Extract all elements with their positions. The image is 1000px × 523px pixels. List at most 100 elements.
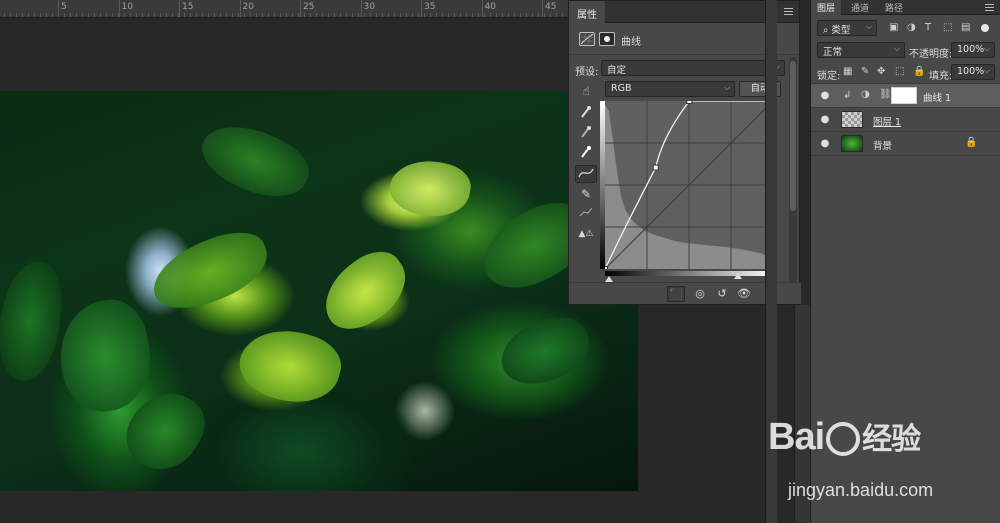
ruler-minor-tick [442, 13, 443, 17]
layer-filter-select[interactable]: ⌕ 类型 ⌵ [817, 20, 877, 36]
ruler-minor-tick [250, 13, 251, 17]
pencil-icon[interactable]: ✎ [575, 185, 597, 203]
black-point-eyedropper-icon[interactable] [575, 105, 597, 123]
reset-icon[interactable]: ↺ [713, 286, 731, 302]
scrollbar-thumb[interactable] [790, 61, 796, 211]
lock-pixels-icon[interactable]: ✎ [861, 66, 869, 77]
ruler-minor-tick [376, 13, 377, 17]
layers-menu-icon[interactable] [985, 4, 994, 11]
layer-thumbnail[interactable] [841, 111, 863, 128]
blend-mode-select[interactable]: 正常 ⌵ [817, 42, 905, 58]
view-previous-state-icon[interactable]: ◎ [691, 286, 709, 302]
layer-name[interactable]: 曲线 1 [923, 90, 951, 104]
photo-ginkgo-leaves[interactable] [0, 91, 638, 491]
layer-name[interactable]: 图层 1 [873, 114, 901, 128]
eye-icon[interactable]: ● [819, 114, 831, 126]
ruler-minor-tick [100, 13, 101, 17]
visibility-eye-icon[interactable]: 👁 [735, 286, 753, 302]
on-image-adjust-icon[interactable]: ☝ [575, 82, 597, 100]
clipping-warning-icon[interactable]: ▲⚠ [575, 225, 597, 243]
ruler-minor-tick [154, 13, 155, 17]
tab-paths[interactable]: 路径 [879, 0, 909, 15]
channel-select[interactable]: RGB ⌵ [605, 81, 735, 97]
layer-row-curves[interactable]: ● ↲ ◑ ⛓ 曲线 1 [811, 84, 1000, 108]
curves-graph-svg [602, 98, 774, 272]
ruler-minor-tick [310, 13, 311, 17]
lock-row: 锁定: ▦ ✎ ✥ ⬚ 🔒 填充: 100% ⌵ [811, 62, 1000, 84]
curves-adjustment-icon[interactable] [579, 32, 595, 46]
ruler-minor-tick [172, 13, 173, 17]
lock-position-icon[interactable]: ✥ [877, 66, 885, 77]
filter-shape-icon[interactable]: ⬚ [943, 22, 952, 33]
leaf-shape [493, 310, 597, 392]
ruler-minor-tick [304, 13, 305, 17]
ruler-major-tick [179, 0, 180, 17]
opacity-label: 不透明度: [909, 49, 953, 60]
leaf-shape [192, 110, 318, 212]
panel-menu-icon[interactable] [784, 8, 793, 15]
ruler-label: 40 [484, 2, 496, 12]
curve-point-tool-icon[interactable] [575, 165, 597, 183]
ruler-major-tick [360, 0, 362, 17]
lock-transparent-icon[interactable]: ▦ [843, 66, 852, 77]
filter-smart-object-icon[interactable]: ▤ [961, 22, 970, 33]
preset-select[interactable]: 自定 ⌵ [601, 60, 785, 76]
ruler-minor-tick [328, 13, 329, 17]
ruler-minor-tick [10, 13, 11, 17]
curve-control-point[interactable] [652, 164, 659, 171]
ruler-minor-tick [322, 13, 323, 17]
fill-field[interactable]: 100% ⌵ [951, 64, 995, 80]
lock-artboard-icon[interactable]: ⬚ [895, 66, 904, 77]
ruler-minor-tick [130, 13, 131, 17]
mask-icon[interactable] [599, 32, 615, 46]
ruler-minor-tick [214, 13, 215, 17]
adjustment-title: 曲线 [621, 37, 641, 48]
layer-name[interactable]: 背景 [873, 138, 892, 152]
filter-type-icon[interactable]: T [925, 22, 931, 33]
ruler-minor-tick [70, 13, 71, 17]
clipping-arrow-icon: ↲ [843, 90, 852, 101]
ruler-minor-tick [562, 13, 563, 17]
lock-label: 锁定: [817, 71, 841, 82]
ruler-minor-tick [520, 13, 521, 17]
clip-to-layer-icon[interactable]: ⬛ [667, 286, 685, 302]
layer-thumbnail[interactable] [841, 135, 863, 152]
lock-all-icon[interactable]: 🔒 [913, 66, 925, 77]
filter-toggle-icon[interactable] [981, 24, 989, 32]
filter-pixel-icon[interactable]: ▣ [889, 22, 898, 33]
white-input-slider[interactable] [734, 273, 742, 279]
eye-icon[interactable]: ● [819, 138, 831, 150]
properties-scrollbar[interactable] [789, 57, 797, 287]
tab-layers[interactable]: 图层 [811, 0, 842, 15]
smooth-curve-icon[interactable] [575, 205, 597, 223]
ruler-minor-tick [364, 13, 365, 17]
lock-icon: 🔒 [965, 137, 978, 148]
ruler-minor-tick [232, 13, 233, 17]
layer-row-layer1[interactable]: ● 图层 1 [811, 108, 1000, 132]
opacity-field[interactable]: 100% ⌵ [951, 42, 995, 58]
ruler-minor-tick [490, 13, 491, 17]
curve-control-point[interactable] [686, 98, 693, 104]
ruler-label: 5 [61, 2, 67, 12]
layer-row-background[interactable]: ● 背景 🔒 [811, 132, 1000, 156]
ruler-label: 20 [242, 2, 254, 12]
ruler-minor-tick [16, 13, 17, 17]
curve-control-point[interactable] [602, 266, 608, 272]
curves-graph[interactable] [602, 98, 774, 272]
ruler-major-tick [542, 0, 543, 17]
ruler-minor-tick [394, 13, 395, 17]
ruler-minor-tick [286, 13, 287, 17]
eye-icon[interactable]: ● [819, 90, 831, 102]
tab-channels[interactable]: 通道 [845, 0, 875, 15]
ruler-minor-tick [316, 13, 317, 17]
white-point-eyedropper-icon[interactable] [575, 145, 597, 163]
ruler-minor-tick [268, 13, 269, 17]
layer-mask-thumbnail[interactable] [891, 87, 917, 104]
link-icon[interactable]: ⛓ [879, 89, 892, 100]
tab-properties[interactable]: 属性 [569, 1, 605, 23]
ruler-minor-tick [484, 13, 485, 17]
ruler-minor-tick [106, 13, 107, 17]
filter-adjustment-icon[interactable]: ◑ [907, 22, 916, 33]
gray-point-eyedropper-icon[interactable] [575, 125, 597, 143]
ruler-minor-tick [34, 13, 35, 17]
